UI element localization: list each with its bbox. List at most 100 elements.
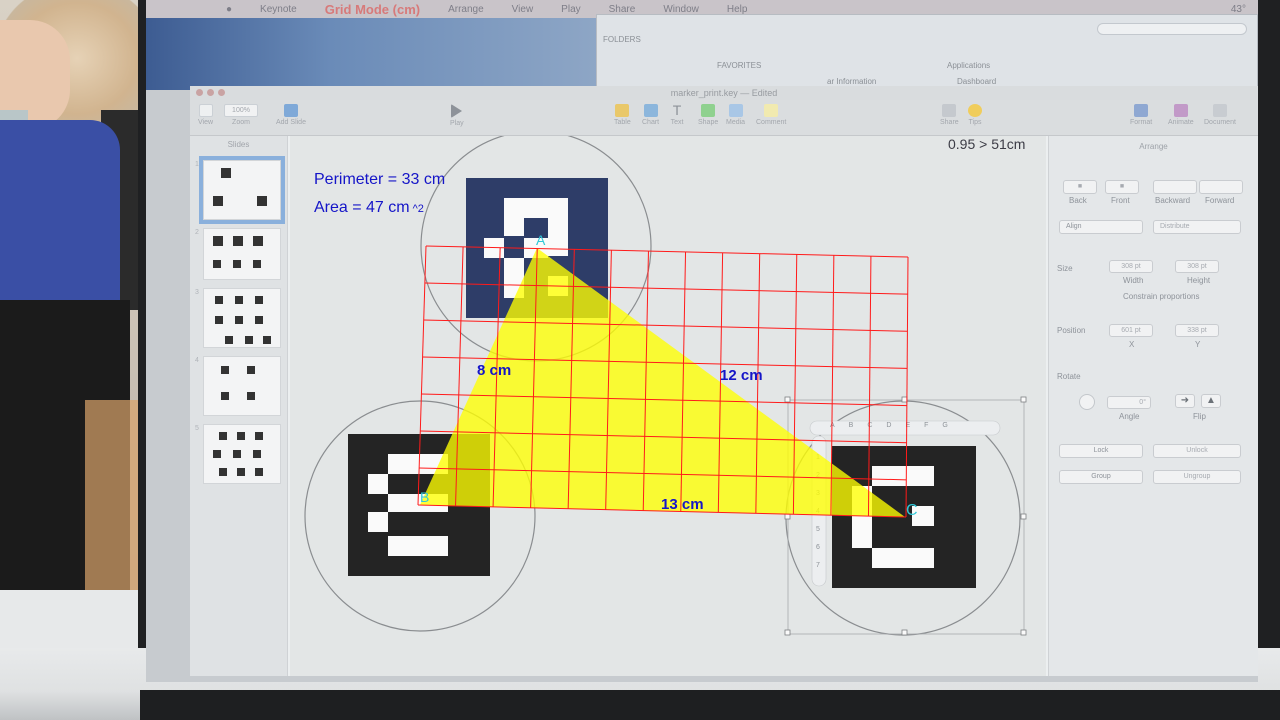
- zoom-value: 100%: [224, 104, 258, 117]
- chart-button[interactable]: Chart: [642, 104, 659, 126]
- apple-icon[interactable]: ●: [226, 4, 232, 15]
- slide-number: 2: [195, 229, 199, 236]
- tips-button[interactable]: Tips: [968, 104, 982, 126]
- keynote-titlebar: marker_print.key — Edited: [190, 86, 1258, 100]
- zoom-button[interactable]: [218, 89, 225, 96]
- status-temperature: 43°: [1230, 3, 1246, 15]
- menu-item-help[interactable]: Help: [727, 4, 748, 15]
- menu-item-share[interactable]: Share: [609, 4, 636, 15]
- format-icon: [1134, 104, 1149, 117]
- person-photo: [0, 0, 145, 650]
- rotate-wheel[interactable]: [1079, 394, 1095, 410]
- marker-left[interactable]: [348, 434, 490, 576]
- angle-label: Angle: [1119, 412, 1140, 421]
- media-button[interactable]: Media: [726, 104, 745, 126]
- view-label: View: [198, 119, 214, 126]
- distribute-select[interactable]: Distribute: [1153, 220, 1241, 234]
- document-button[interactable]: Document: [1204, 104, 1236, 126]
- width-field[interactable]: 308 pt: [1109, 260, 1153, 273]
- row-number: 6: [816, 544, 820, 551]
- keynote-window: marker_print.key — Edited View 100% Zoom …: [190, 86, 1258, 676]
- height-label: Height: [1187, 276, 1211, 285]
- floor: [0, 590, 145, 650]
- column-letter: G: [942, 422, 948, 429]
- minimize-button[interactable]: [207, 89, 214, 96]
- row-number: 5: [816, 526, 820, 533]
- backward-label: Backward: [1155, 196, 1191, 205]
- height-field[interactable]: 308 pt: [1175, 260, 1219, 273]
- menu-item-window[interactable]: Window: [663, 4, 699, 15]
- flip-vertical-button[interactable]: ▲: [1201, 394, 1221, 408]
- menu-app-name[interactable]: Keynote: [260, 4, 297, 15]
- column-letter: E: [905, 422, 911, 429]
- zoom-button[interactable]: 100% Zoom: [224, 104, 258, 126]
- menu-item-arrange[interactable]: Arrange: [448, 4, 484, 15]
- marker-right[interactable]: [832, 446, 976, 588]
- chair: [85, 400, 140, 600]
- unlock-button[interactable]: Unlock: [1153, 444, 1241, 458]
- slide-number: 5: [195, 425, 199, 432]
- shape-button[interactable]: Shape: [698, 104, 718, 126]
- flip-label: Flip: [1193, 412, 1206, 421]
- finder-col-header: Applications: [947, 61, 991, 70]
- front-button[interactable]: ■: [1105, 180, 1139, 194]
- comment-icon: [764, 104, 779, 117]
- back-button[interactable]: ■: [1063, 180, 1097, 194]
- backward-button[interactable]: [1153, 180, 1197, 194]
- row-number: 3: [816, 490, 820, 497]
- overlay-title: Grid Mode (cm): [324, 1, 421, 17]
- column-letter: B: [848, 422, 854, 429]
- forward-button[interactable]: [1199, 180, 1243, 194]
- arrange-inspector: Arrange ■ Back ■ Front Backward Forward …: [1048, 136, 1258, 676]
- row-number: 4: [816, 508, 820, 515]
- ungroup-button[interactable]: Ungroup: [1153, 470, 1241, 484]
- media-icon: [728, 104, 743, 117]
- text-label: Text: [670, 119, 684, 126]
- close-button[interactable]: [196, 89, 203, 96]
- x-field[interactable]: 601 pt: [1109, 324, 1153, 337]
- group-button[interactable]: Group: [1059, 470, 1143, 484]
- lock-button[interactable]: Lock: [1059, 444, 1143, 458]
- menu-item-view[interactable]: View: [512, 4, 534, 15]
- view-button[interactable]: View: [198, 104, 213, 126]
- front-label: Front: [1111, 196, 1130, 205]
- y-field[interactable]: 338 pt: [1175, 324, 1219, 337]
- menu-item-play[interactable]: Play: [561, 4, 580, 15]
- slide-number: 3: [195, 289, 199, 296]
- finder-item[interactable]: ar Information: [827, 77, 876, 86]
- flip-horizontal-button[interactable]: ➜: [1175, 394, 1195, 408]
- tips-label: Tips: [968, 119, 982, 126]
- column-letter: A: [830, 422, 835, 429]
- constrain-checkbox[interactable]: Constrain proportions: [1123, 292, 1199, 301]
- share-button[interactable]: Share: [940, 104, 959, 126]
- format-label: Format: [1130, 119, 1153, 126]
- window-title: marker_print.key — Edited: [670, 88, 778, 98]
- animate-button[interactable]: Animate: [1168, 104, 1194, 126]
- align-select[interactable]: Align: [1059, 220, 1143, 234]
- column-letter: F: [924, 422, 929, 429]
- text-icon: T: [672, 102, 682, 118]
- add-slide-icon: [283, 104, 298, 117]
- slide-canvas[interactable]: A B C D E F G 1 2 3 4 5 6 7: [290, 136, 1046, 676]
- play-button[interactable]: Play: [450, 104, 464, 127]
- comment-button[interactable]: Comment: [756, 104, 786, 126]
- finder-search-field[interactable]: [1097, 23, 1247, 35]
- animate-icon: [1173, 104, 1188, 117]
- zoom-label: Zoom: [232, 119, 250, 126]
- finder-dashboard-item[interactable]: Dashboard: [957, 77, 996, 86]
- person-shirt: [0, 120, 120, 300]
- row-number: 2: [816, 472, 820, 479]
- monitor-screen: ● Keynote Grid Mode (cm) Arrange View Pl…: [146, 0, 1258, 682]
- text-button[interactable]: T Text: [670, 102, 684, 126]
- add-slide-button[interactable]: Add Slide: [276, 104, 306, 126]
- slides-header: Slides: [227, 140, 250, 149]
- column-letter: C: [867, 422, 873, 429]
- thumbnail-markers: [213, 168, 271, 476]
- marker-top[interactable]: [466, 178, 608, 318]
- format-button[interactable]: Format: [1130, 104, 1152, 126]
- table-button[interactable]: Table: [614, 104, 631, 126]
- finder-window: FOLDERS FAVORITES ar Information Applica…: [596, 14, 1258, 88]
- back-label: Back: [1069, 196, 1087, 205]
- desktop-wallpaper: [146, 18, 606, 90]
- angle-field[interactable]: 0°: [1107, 396, 1151, 409]
